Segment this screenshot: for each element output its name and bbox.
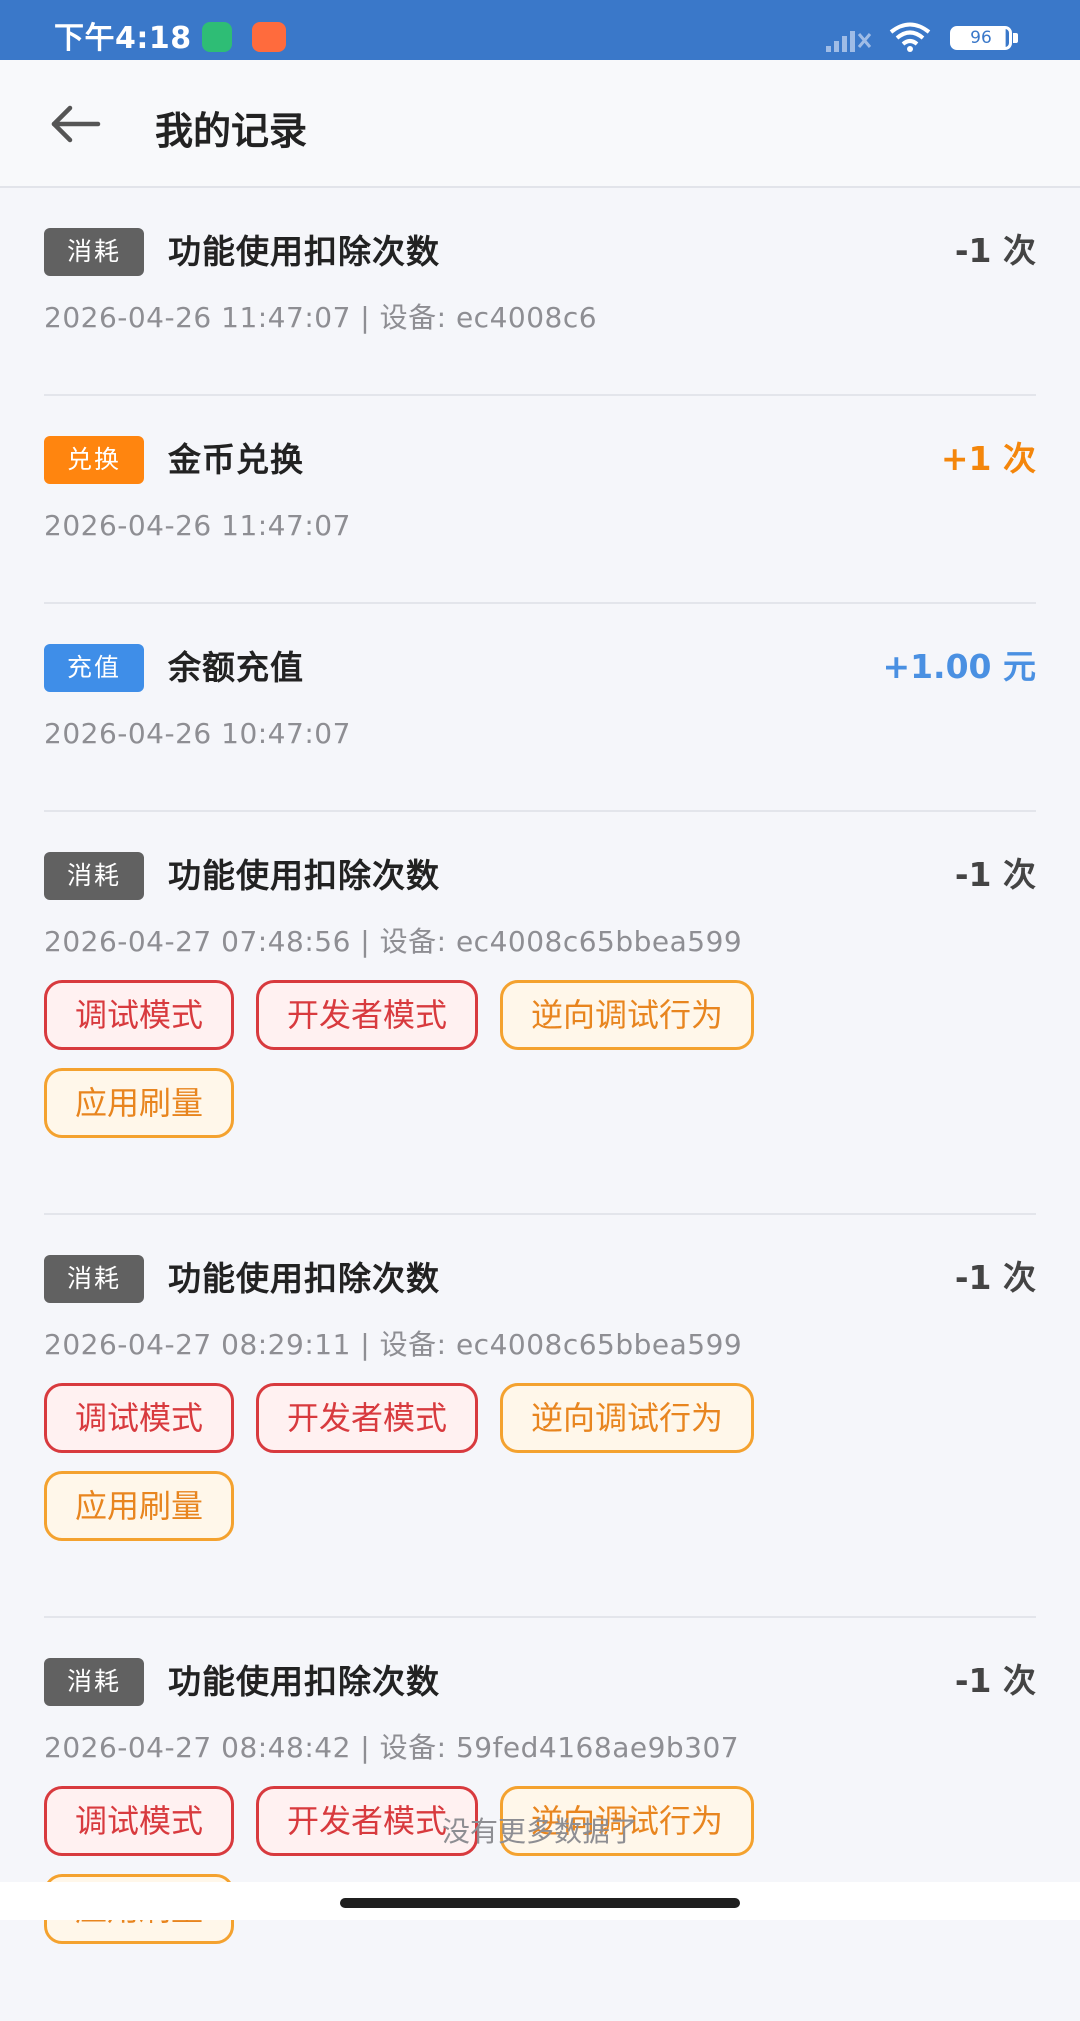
no-more-data-message: 没有更多数据了	[441, 1815, 638, 1848]
record-header: 兑换 金币兑换 +1 次	[44, 436, 1036, 496]
record-title: 功能使用扣除次数	[168, 1259, 440, 1298]
record-amount: -1 次	[954, 855, 1036, 894]
exchange-badge: 兑换	[44, 436, 144, 484]
consume-badge: 消耗	[44, 1255, 144, 1303]
record-header: 消耗 功能使用扣除次数 -1 次	[44, 852, 1036, 912]
status-time: 下午4:18	[54, 21, 192, 56]
record-header: 消耗 功能使用扣除次数 -1 次	[44, 228, 1036, 288]
record-item: 消耗 功能使用扣除次数 -1 次 2026-04-27 08:29:11 | 设…	[44, 1255, 1036, 1618]
record-item: 消耗 功能使用扣除次数 -1 次 2026-04-26 11:47:07 | 设…	[44, 228, 1036, 396]
record-item: 充值 余额充值 +1.00 元 2026-04-26 10:47:07	[44, 644, 1036, 812]
debug-mode-tag[interactable]: 调试模式	[44, 1383, 235, 1453]
consume-badge: 消耗	[44, 852, 144, 900]
signal-icon	[826, 31, 872, 52]
record-amount: +1.00 元	[882, 647, 1036, 686]
record-title: 功能使用扣除次数	[168, 1662, 440, 1701]
record-amount: +1 次	[940, 439, 1036, 478]
wifi-icon	[889, 22, 931, 52]
record-header: 消耗 功能使用扣除次数 -1 次	[44, 1658, 1036, 1718]
battery-icon: 96	[950, 26, 1012, 50]
page-title: 我的记录	[155, 109, 308, 153]
record-title: 功能使用扣除次数	[168, 232, 440, 271]
record-header: 消耗 功能使用扣除次数 -1 次	[44, 1255, 1036, 1315]
record-item: 消耗 功能使用扣除次数 -1 次 2026-04-27 07:48:56 | 设…	[44, 852, 1036, 1215]
record-title: 金币兑换	[168, 440, 304, 479]
left-arrow-icon[interactable]	[48, 96, 104, 152]
shield-status-icon	[202, 22, 232, 52]
record-item: 兑换 金币兑换 +1 次 2026-04-26 11:47:07	[44, 436, 1036, 604]
record-meta: 2026-04-27 08:48:42 | 设备: 59fed4168ae9b3…	[44, 1731, 740, 1764]
app-fake-traffic-tag[interactable]: 应用刷量	[44, 1068, 235, 1138]
record-title: 功能使用扣除次数	[168, 856, 440, 895]
record-meta: 2026-04-26 10:47:07	[44, 717, 351, 750]
shopping-bag-status-icon	[252, 22, 286, 52]
risk-tag-list: 调试模式 开发者模式 逆向调试行为 应用刷量	[44, 980, 864, 1138]
reverse-debug-tag[interactable]: 逆向调试行为	[500, 980, 755, 1050]
top-navigation-bar: 我的记录	[0, 60, 1080, 188]
app-fake-traffic-tag[interactable]: 应用刷量	[44, 1471, 235, 1541]
developer-mode-tag[interactable]: 开发者模式	[256, 1383, 479, 1453]
record-amount: -1 次	[954, 1258, 1036, 1297]
debug-mode-tag[interactable]: 调试模式	[44, 980, 235, 1050]
record-amount: -1 次	[954, 231, 1036, 270]
record-title: 余额充值	[168, 648, 304, 687]
status-bar: 下午4:18 96	[0, 0, 1080, 60]
reverse-debug-tag[interactable]: 逆向调试行为	[500, 1383, 755, 1453]
record-meta: 2026-04-27 08:29:11 | 设备: ec4008c65bbea5…	[44, 1328, 743, 1361]
record-meta: 2026-04-27 07:48:56 | 设备: ec4008c65bbea5…	[44, 925, 743, 958]
recharge-badge: 充值	[44, 644, 144, 692]
record-meta: 2026-04-26 11:47:07 | 设备: ec4008c6	[44, 301, 598, 334]
risk-tag-list: 调试模式 开发者模式 逆向调试行为 应用刷量	[44, 1383, 864, 1541]
record-meta: 2026-04-26 11:47:07	[44, 509, 351, 542]
consume-badge: 消耗	[44, 228, 144, 276]
record-amount: -1 次	[954, 1661, 1036, 1700]
home-indicator[interactable]	[340, 1898, 740, 1908]
consume-badge: 消耗	[44, 1658, 144, 1706]
battery-tip	[1013, 33, 1018, 43]
record-list: 消耗 功能使用扣除次数 -1 次 2026-04-26 11:47:07 | 设…	[44, 188, 1036, 2021]
developer-mode-tag[interactable]: 开发者模式	[256, 980, 479, 1050]
record-header: 充值 余额充值 +1.00 元	[44, 644, 1036, 704]
